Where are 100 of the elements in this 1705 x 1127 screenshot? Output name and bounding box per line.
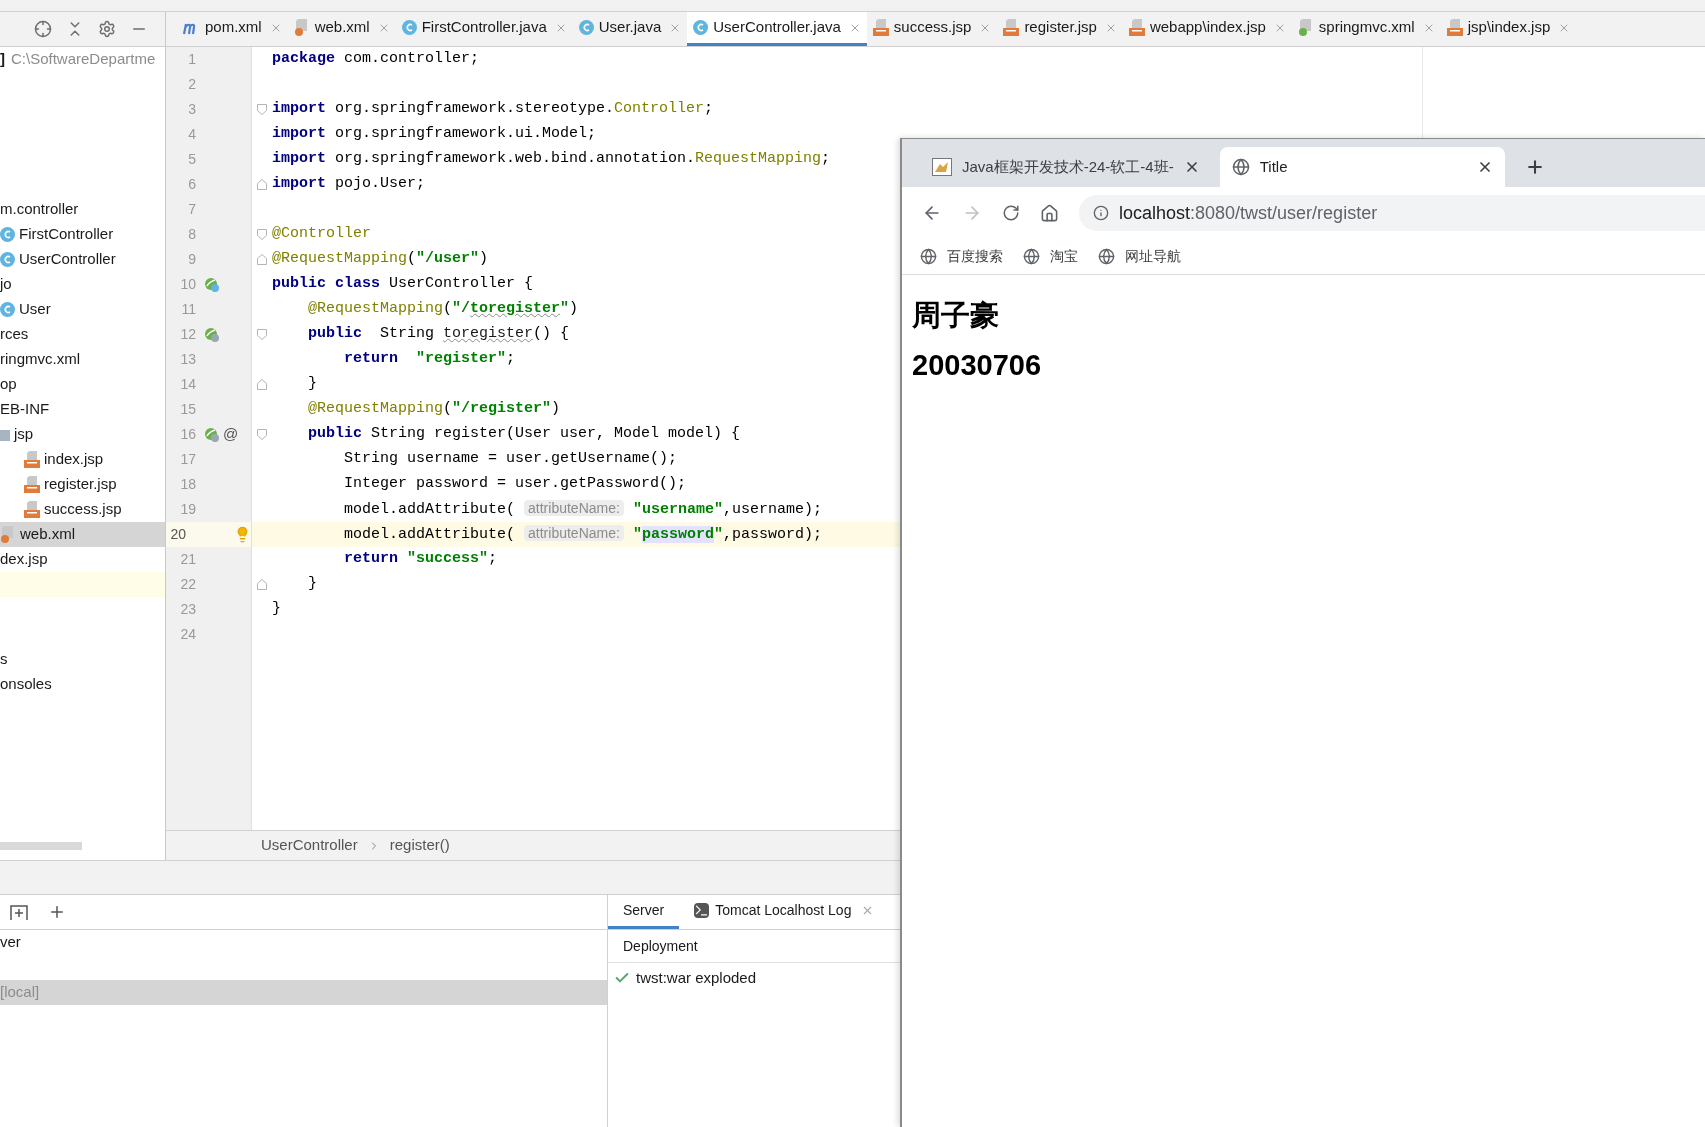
- jsp-file-icon: [872, 19, 889, 36]
- tree-item[interactable]: onsoles: [0, 672, 165, 697]
- editor-tab[interactable]: User.java: [572, 12, 688, 46]
- jsp-file-icon: [24, 476, 40, 493]
- tree-item[interactable]: m.controller: [0, 197, 165, 222]
- line-number: 22: [179, 575, 196, 594]
- tree-item[interactable]: FirstController: [0, 222, 165, 247]
- line-number: 21: [179, 550, 196, 569]
- bean-icon[interactable]: [204, 276, 220, 293]
- locate-icon[interactable]: [34, 20, 52, 38]
- deployment-item[interactable]: twst:war exploded: [636, 966, 757, 990]
- fold-icon[interactable]: [257, 329, 267, 340]
- fold-icon[interactable]: [257, 429, 267, 440]
- add-icon[interactable]: [48, 903, 66, 921]
- tree-item[interactable]: register.jsp: [0, 472, 165, 497]
- bookmark[interactable]: 淘宝: [1023, 246, 1078, 267]
- fold-icon[interactable]: [257, 104, 267, 115]
- service-row[interactable]: ver: [0, 930, 607, 955]
- line-number: 18: [179, 475, 196, 494]
- bookmark[interactable]: 百度搜索: [920, 246, 1003, 267]
- browser-tab[interactable]: Title: [1219, 147, 1505, 187]
- code-line: public String register(User user, Model model) {: [307, 424, 741, 445]
- page-heading: 周子豪: [912, 298, 1000, 333]
- line-number: 2: [187, 75, 196, 94]
- breadcrumb-item[interactable]: register(): [389, 834, 450, 857]
- tree-item[interactable]: UserController: [0, 247, 165, 272]
- editor-tab[interactable]: success.jsp: [866, 12, 998, 46]
- horizontal-scrollbar[interactable]: [0, 842, 82, 850]
- editor-tab[interactable]: jsp\index.jsp: [1440, 12, 1577, 46]
- line-number: 15: [179, 400, 196, 419]
- line-number: 5: [187, 150, 196, 169]
- jsp-file-icon: [1003, 19, 1020, 36]
- editor-tab[interactable]: pom.xml: [176, 12, 288, 46]
- tree-item[interactable]: s: [0, 647, 165, 672]
- class-icon: [693, 20, 709, 35]
- fold-icon[interactable]: [257, 254, 267, 265]
- module-bracket: ]: [0, 49, 5, 70]
- address-bar[interactable]: localhost:8080/twst/user/register: [1079, 195, 1705, 231]
- tree-item[interactable]: dex.jsp: [0, 547, 165, 572]
- globe-icon: [1231, 158, 1250, 176]
- fold-icon[interactable]: [257, 229, 267, 240]
- jsp-file-icon: [1446, 19, 1463, 36]
- code-line: import org.springframework.ui.Model;: [272, 124, 597, 145]
- browser-tab[interactable]: Java框架开发技术-24-软工-4班-: [920, 147, 1212, 187]
- spring-file-icon: [1297, 19, 1314, 36]
- tree-item[interactable]: User: [0, 297, 165, 322]
- tree-item[interactable]: EB-INF: [0, 397, 165, 422]
- fold-icon[interactable]: [257, 179, 267, 190]
- folder-icon: [0, 427, 10, 442]
- tree-item[interactable]: ringmvc.xml: [0, 347, 165, 372]
- home-icon[interactable]: [1040, 203, 1059, 223]
- code-line: @RequestMapping("/user"): [272, 249, 489, 270]
- implementation-marker[interactable]: @: [223, 423, 239, 446]
- pin-tab-icon[interactable]: [10, 903, 28, 921]
- editor-tab[interactable]: UserController.java: [687, 12, 867, 46]
- breadcrumb-item[interactable]: UserController: [261, 834, 358, 857]
- editor-tab[interactable]: web.xml: [287, 12, 396, 46]
- line-number: 16: [179, 425, 196, 444]
- reload-icon[interactable]: [1002, 204, 1020, 222]
- code-line: @Controller: [272, 224, 372, 245]
- line-number: 12: [179, 325, 196, 344]
- tree-item[interactable]: jsp: [0, 422, 165, 447]
- tree-item[interactable]: index.jsp: [0, 447, 165, 472]
- bean-icon[interactable]: [204, 326, 220, 343]
- code-line: @RequestMapping("/register"): [307, 399, 561, 420]
- code-line: Integer password = user.getPassword();: [343, 474, 687, 495]
- code-line: model.addAttribute( attributeName: "password",password);: [343, 523, 822, 545]
- fold-icon[interactable]: [257, 579, 267, 590]
- settings-icon[interactable]: [98, 20, 116, 38]
- class-icon: [578, 20, 594, 35]
- project-path: C:\SoftwareDepartme: [11, 49, 156, 70]
- tree-item[interactable]: web.xml: [0, 522, 165, 547]
- line-number: 23: [179, 600, 196, 619]
- code-line: import org.springframework.web.bind.annotation.RequestMapping;: [272, 149, 831, 170]
- page-heading: 20030706: [912, 348, 1043, 383]
- panel-tab[interactable]: Tomcat Localhost Log: [679, 895, 890, 929]
- editor-tab[interactable]: FirstController.java: [395, 12, 573, 46]
- code-line: package com.controller;: [272, 49, 480, 70]
- line-number: 10: [179, 275, 196, 294]
- line-number: 24: [179, 625, 196, 644]
- bean-icon[interactable]: [204, 426, 220, 443]
- editor-tab[interactable]: register.jsp: [997, 12, 1123, 46]
- panel-tab[interactable]: Server: [608, 895, 680, 929]
- tree-item[interactable]: op: [0, 372, 165, 397]
- code-line: }: [272, 599, 281, 620]
- code-line: }: [307, 574, 317, 595]
- editor-tab[interactable]: webapp\index.jsp: [1122, 12, 1292, 46]
- info-icon[interactable]: [1093, 205, 1109, 221]
- tree-item[interactable]: jo: [0, 272, 165, 297]
- tree-item[interactable]: success.jsp: [0, 497, 165, 522]
- code-line: public String toregister() {: [307, 324, 570, 345]
- globe-icon: [920, 248, 937, 265]
- jsp-file-icon: [1128, 19, 1145, 36]
- code-line: @RequestMapping("/toregister"): [307, 299, 579, 320]
- bookmark[interactable]: 网址导航: [1098, 246, 1181, 267]
- editor-tab[interactable]: springmvc.xml: [1291, 12, 1441, 46]
- tree-item[interactable]: rces: [0, 322, 165, 347]
- code-line: model.addAttribute( attributeName: "username",username);: [343, 498, 822, 520]
- fold-icon[interactable]: [257, 379, 267, 390]
- line-number: 14: [179, 375, 196, 394]
